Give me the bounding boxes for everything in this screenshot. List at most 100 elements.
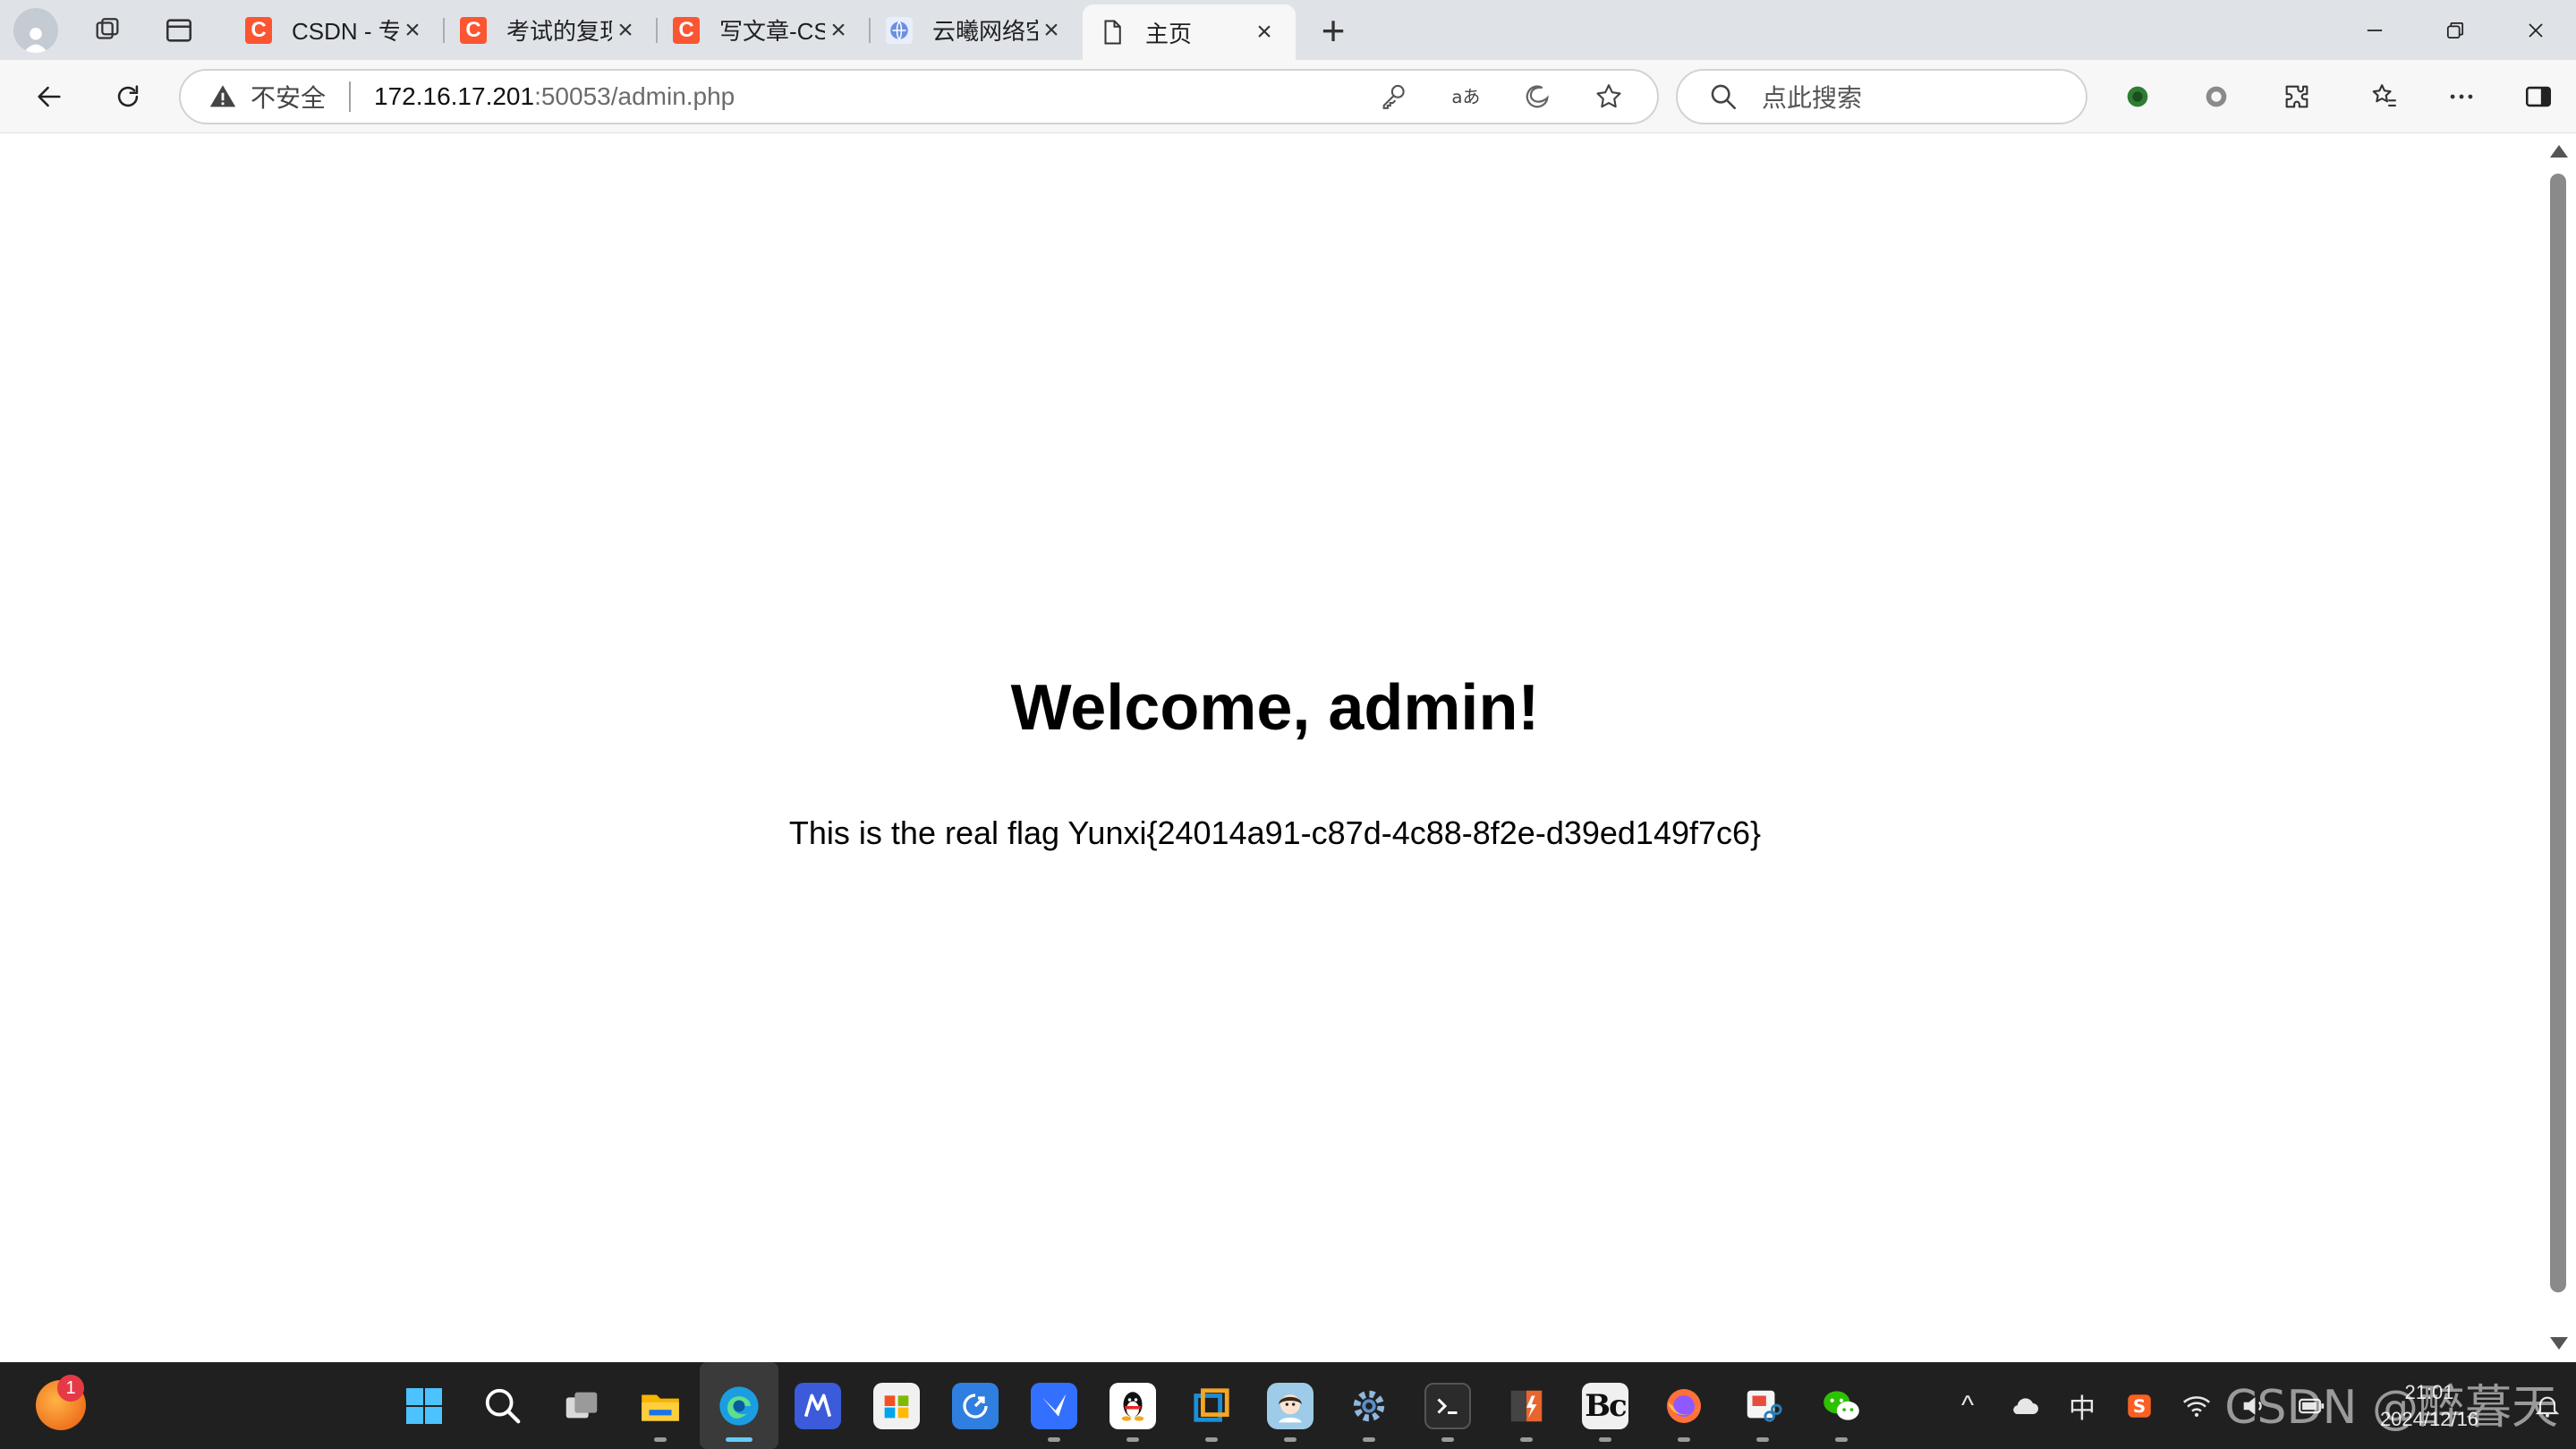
sogou-input-icon[interactable]: S [2111,1362,2168,1449]
window-controls [2334,0,2576,60]
firefox-icon [1661,1383,1707,1429]
blue-app-button[interactable] [936,1362,1015,1449]
workspaces-icon [96,17,119,39]
qq-button[interactable] [1093,1362,1172,1449]
taskbar-search-button[interactable] [463,1362,542,1449]
scroll-up-arrow-icon[interactable] [2550,145,2568,158]
ms-store-button[interactable] [857,1362,936,1449]
settings-app-button[interactable] [1330,1362,1408,1449]
svg-text:aあ: aあ [1451,87,1480,107]
read-aloud-button[interactable]: aあ [1430,71,1501,123]
windows-taskbar: 1 Bc ^ 中 S 21:01 2024/12/16 [0,1362,2576,1449]
onedrive-cloud-icon[interactable] [1996,1362,2053,1449]
refresh-icon [117,85,139,107]
running-indicator [1835,1437,1848,1442]
tab-actions-button[interactable] [143,0,215,60]
tab-write-article[interactable]: C 写文章-CSDN博客 × [657,0,871,60]
tab-yunxi-ctf[interactable]: 云曦网络空间安全研究室CTF$ × [870,0,1083,60]
arrow-app-icon [952,1382,999,1429]
widget-notification-badge: 1 [57,1375,84,1402]
favorite-star-button[interactable] [1573,71,1645,123]
edge-sidebar-button[interactable] [1501,71,1573,123]
minimize-icon [2367,29,2383,31]
terminal-icon [1424,1382,1471,1429]
tab-close-icon[interactable]: × [1038,15,1065,45]
vmware-button[interactable] [1172,1362,1251,1449]
tab-title: 主页 [1145,20,1193,47]
page-viewport: Welcome, admin! This is the real flag Yu… [9,134,2541,1360]
warning-triangle-icon[interactable] [208,81,238,112]
avatar-app-button[interactable] [1251,1362,1330,1449]
restore-button[interactable] [2415,0,2495,60]
app-m-button[interactable] [778,1362,857,1449]
file-explorer-button[interactable] [621,1362,700,1449]
wechat-button[interactable] [1802,1362,1881,1449]
terminal-button[interactable] [1408,1362,1487,1449]
bc-app-button[interactable]: Bc [1566,1362,1645,1449]
burp-suite-button[interactable] [1487,1362,1566,1449]
start-button[interactable] [385,1362,463,1449]
extensions-button[interactable] [2274,74,2319,119]
firefox-button[interactable] [1645,1362,1723,1449]
settings-more-button[interactable] [2439,74,2484,119]
password-key-button[interactable] [1358,71,1430,123]
wifi-icon[interactable] [2168,1362,2225,1449]
running-indicator [1678,1437,1690,1442]
tab-close-icon[interactable]: × [1251,17,1278,47]
snipping-tool-button[interactable] [1723,1362,1802,1449]
scissors-icon [1739,1383,1786,1429]
running-indicator [1363,1437,1375,1442]
tab-home-active[interactable]: 主页 × [1083,4,1296,60]
sidebar-toggle-button[interactable] [2516,74,2561,119]
new-tab-button[interactable]: + [1296,0,1371,60]
csdn-favicon-icon: C [460,16,487,44]
tab-close-icon[interactable]: × [825,15,852,45]
scroll-thumb[interactable] [2550,174,2566,1292]
extension-grey-button[interactable] [2194,74,2239,119]
back-button[interactable] [27,74,72,119]
tab-exam-review[interactable]: C 考试的复现-CSDN博客 × [444,0,658,60]
address-bar[interactable]: 不安全 172.16.17.201:50053/admin.php aあ [179,69,1659,124]
windows-logo-icon [401,1383,447,1429]
sidebar-icon [2525,86,2552,107]
tab-strip: C CSDN - 专业开发者社区 × C 考试的复现-CSDN博客 × C 写文… [0,0,2576,60]
wechat-icon [1818,1383,1865,1429]
feishu-button[interactable] [1015,1362,1093,1449]
csdn-favicon-icon: C [245,16,272,44]
security-status-label[interactable]: 不安全 [251,79,326,115]
minimize-button[interactable] [2334,0,2415,60]
search-box[interactable]: 点此搜索 [1676,69,2087,124]
csdn-favicon-icon: C [673,16,700,44]
running-indicator [1599,1437,1611,1442]
favorites-button[interactable] [2362,74,2407,119]
address-separator [349,81,352,112]
running-indicator [726,1437,752,1442]
flag-text: This is the real flag Yunxi{24014a91-c87… [788,814,1762,851]
page-heading: Welcome, admin! [1010,672,1540,744]
tab-close-icon[interactable]: × [399,15,426,45]
m-app-icon [795,1382,841,1429]
vertical-scrollbar[interactable] [2541,134,2576,1360]
extension-green-button[interactable] [2115,74,2160,119]
tray-overflow-chevron-icon[interactable]: ^ [1939,1362,1996,1449]
scroll-down-arrow-icon[interactable] [2550,1337,2568,1350]
avatar-app-icon [1267,1382,1314,1429]
vertical-tabs-icon [166,18,192,42]
edge-icon [716,1383,762,1429]
task-view-button[interactable] [542,1362,621,1449]
edge-swirl-icon [1526,85,1549,108]
tab-csdn[interactable]: C CSDN - 专业开发者社区 × [229,0,445,60]
gear-icon [1346,1383,1392,1429]
url-path: :50053/admin.php [534,82,735,110]
workspaces-button[interactable] [72,0,143,60]
refresh-button[interactable] [106,74,150,119]
close-window-button[interactable] [2495,0,2576,60]
csdn-watermark: CSDN @醉暮天 [2224,1381,2558,1435]
ime-indicator[interactable]: 中 [2053,1362,2111,1449]
more-dots-icon [2450,94,2473,99]
green-orb-icon [2127,86,2148,107]
tab-close-icon[interactable]: × [612,15,639,45]
edge-taskbar-button[interactable] [700,1362,778,1449]
key-icon [1382,84,1405,109]
profile-button[interactable] [0,0,72,60]
